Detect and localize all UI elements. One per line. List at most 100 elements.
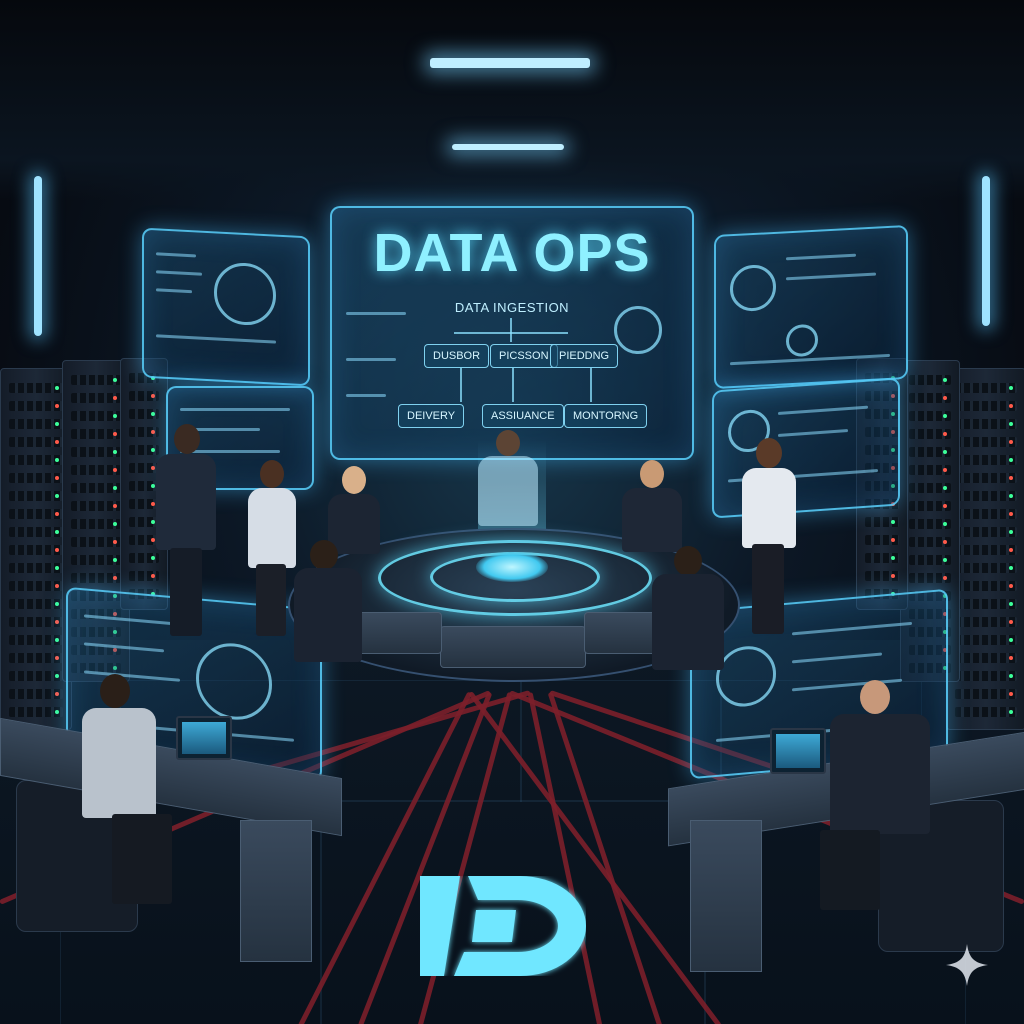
rack-slot [955, 581, 1017, 591]
status-led [891, 538, 895, 542]
status-led [55, 638, 59, 642]
rack-slot [955, 653, 1017, 663]
status-led [1009, 386, 1013, 390]
status-led [1009, 440, 1013, 444]
data-readout [346, 394, 386, 397]
status-led [1009, 530, 1013, 534]
rack-slot [955, 599, 1017, 609]
sparkle-icon [946, 944, 988, 986]
holo-panel-right-top [714, 224, 908, 390]
console-core [476, 552, 548, 582]
status-led [151, 556, 155, 560]
rack-slot [955, 401, 1017, 411]
status-led [55, 620, 59, 624]
status-led [151, 520, 155, 524]
laptop [770, 728, 826, 774]
status-led [113, 378, 117, 382]
status-led [55, 512, 59, 516]
status-led [1009, 584, 1013, 588]
status-led [1009, 566, 1013, 570]
status-led [1009, 494, 1013, 498]
rack-slot [955, 419, 1017, 429]
status-led [55, 548, 59, 552]
flow-node: ASSIUANCE [482, 404, 564, 428]
status-led [943, 378, 947, 382]
rack-slot [955, 617, 1017, 627]
status-led [113, 504, 117, 508]
status-led [113, 468, 117, 472]
flow-node: PICSSON [490, 344, 558, 368]
ceiling [0, 0, 1024, 200]
status-led [113, 558, 117, 562]
rack-slot [955, 671, 1017, 681]
console-panel [440, 626, 586, 668]
status-led [943, 414, 947, 418]
wall-light-left [34, 176, 42, 336]
status-led [1009, 512, 1013, 516]
flow-node: DUSBOR [424, 344, 490, 368]
rack-slot [955, 635, 1017, 645]
flow-connector [590, 368, 592, 402]
status-led [943, 486, 947, 490]
status-led [943, 432, 947, 436]
status-led [113, 432, 117, 436]
status-led [55, 674, 59, 678]
ceiling-light [430, 58, 590, 68]
status-led [113, 396, 117, 400]
status-led [55, 566, 59, 570]
status-led [1009, 692, 1013, 696]
flow-connector [512, 368, 514, 402]
status-led [943, 576, 947, 580]
status-led [1009, 602, 1013, 606]
status-led [113, 522, 117, 526]
status-led [1009, 476, 1013, 480]
rack-slot [955, 473, 1017, 483]
display-title: DATA OPS [373, 223, 651, 283]
flow-node: MONTORNG [564, 404, 648, 428]
status-led [1009, 674, 1013, 678]
radar-gauge [614, 306, 662, 354]
status-led [55, 404, 59, 408]
rack-slot [955, 491, 1017, 501]
status-led [151, 502, 155, 506]
status-led [55, 656, 59, 660]
rack-slot [955, 707, 1017, 717]
holo-panel-left-top [142, 227, 310, 387]
status-led [1009, 638, 1013, 642]
workstation-desk-right-leg [690, 820, 762, 972]
status-led [55, 458, 59, 462]
status-led [943, 450, 947, 454]
status-led [113, 540, 117, 544]
status-led [113, 414, 117, 418]
status-led [55, 530, 59, 534]
rack-slot [955, 455, 1017, 465]
rack-slot [955, 509, 1017, 519]
status-led [151, 574, 155, 578]
status-led [943, 468, 947, 472]
status-led [113, 450, 117, 454]
status-led [55, 494, 59, 498]
status-led [891, 556, 895, 560]
status-led [55, 476, 59, 480]
laptop [176, 716, 232, 760]
data-ops-d-logo [420, 876, 586, 976]
workstation-desk-left-leg [240, 820, 312, 962]
status-led [113, 576, 117, 580]
status-led [55, 602, 59, 606]
rack-slot [955, 689, 1017, 699]
main-holo-display: DATA OPS DATA INGESTION DUSBOR PICSSON P… [330, 206, 694, 460]
status-led [55, 422, 59, 426]
data-readout [346, 358, 396, 361]
rack-slot [955, 545, 1017, 555]
status-led [1009, 620, 1013, 624]
status-led [943, 540, 947, 544]
flow-connector [454, 332, 568, 334]
status-led [151, 466, 155, 470]
status-led [891, 574, 895, 578]
status-led [891, 520, 895, 524]
status-led [55, 386, 59, 390]
flow-connector [510, 318, 512, 342]
data-ops-scene: DATA OPS DATA INGESTION DUSBOR PICSSON P… [0, 0, 1024, 1024]
status-led [55, 584, 59, 588]
status-led [151, 448, 155, 452]
